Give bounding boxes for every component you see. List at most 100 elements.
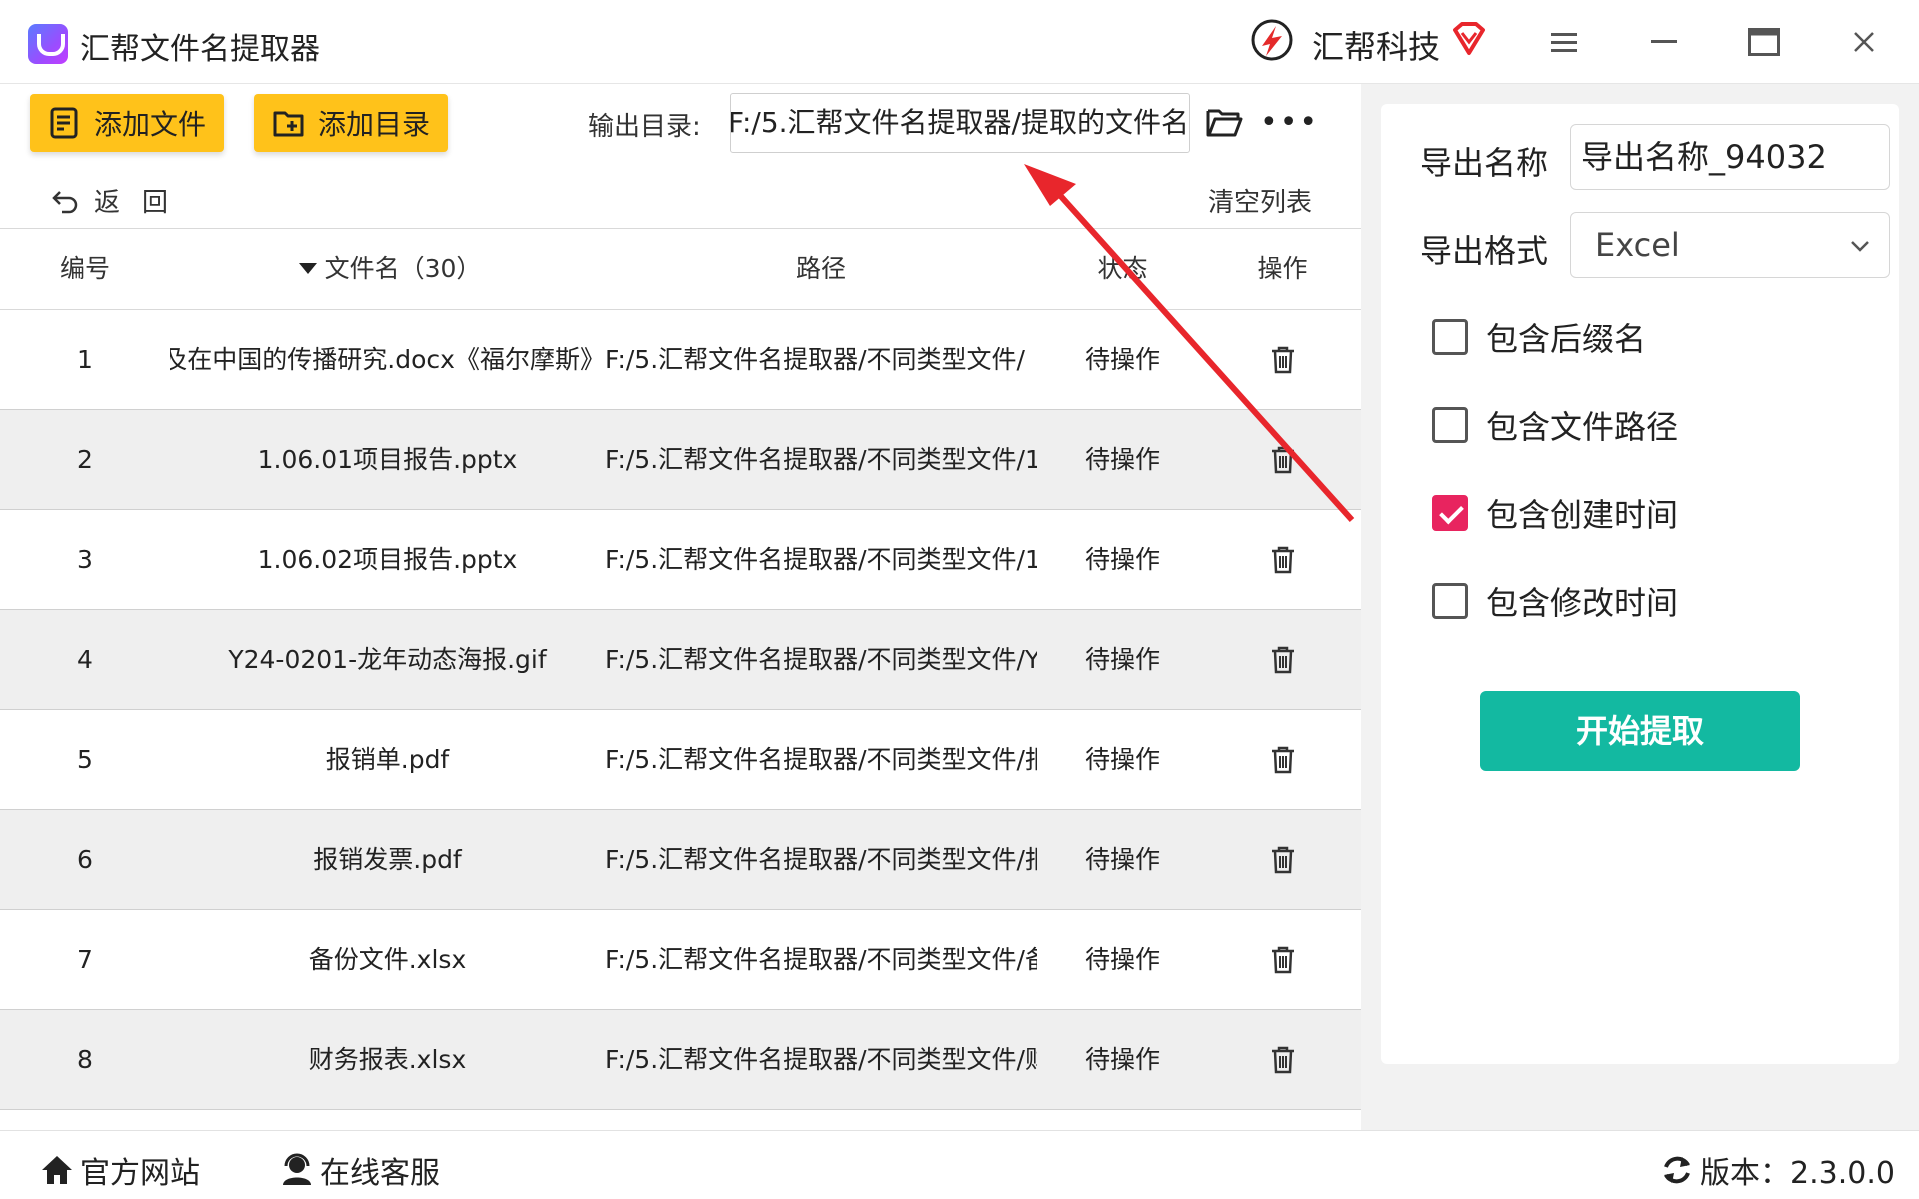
home-icon — [42, 1156, 72, 1184]
output-directory-label: 输出目录: — [588, 112, 701, 142]
row-status: 待操作 — [1084, 345, 1160, 374]
chevron-down-icon — [1851, 241, 1869, 252]
add-file-button[interactable]: 添加文件 — [30, 94, 224, 152]
close-icon[interactable] — [1844, 22, 1884, 62]
maximize-icon[interactable] — [1744, 22, 1784, 62]
delete-button[interactable] — [1240, 510, 1325, 609]
row-filename: 报销发票.pdf — [313, 845, 462, 874]
table-row[interactable]: 8 财务报表.xlsx F:/5.汇帮文件名提取器/不同类型文件/财务报表.xlsx… — [0, 1010, 1361, 1110]
start-extract-button[interactable]: 开始提取 — [1480, 691, 1800, 771]
option-include-extension[interactable]: 包含后缀名 — [1432, 314, 1646, 360]
table-header: 编号 文件名（30） 路径 状态 操作 — [0, 228, 1361, 310]
option-include-modified-time[interactable]: 包含修改时间 — [1432, 578, 1678, 624]
row-path: F:/5.汇帮文件名提取器/不同类型文件/《福尔摩斯》系列小说 — [605, 345, 1037, 374]
checkbox[interactable] — [1432, 319, 1468, 355]
row-path: F:/5.汇帮文件名提取器/不同类型文件/财务报表.xlsx — [605, 1045, 1037, 1074]
header-filename[interactable]: 文件名（30） — [190, 229, 590, 309]
table-row[interactable]: 5 报销单.pdf F:/5.汇帮文件名提取器/不同类型文件/报销单.pdf 待操作 — [0, 710, 1361, 810]
row-status: 待操作 — [1084, 645, 1160, 674]
menu-icon[interactable] — [1544, 22, 1584, 62]
app-title: 汇帮文件名提取器 — [80, 32, 320, 67]
table-row[interactable]: 3 1.06.02项目报告.pptx F:/5.汇帮文件名提取器/不同类型文件/1.… — [0, 510, 1361, 610]
row-filename: 财务报表.xlsx — [308, 1045, 467, 1074]
trash-icon — [1271, 1046, 1294, 1074]
table-row[interactable]: 7 备份文件.xlsx F:/5.汇帮文件名提取器/不同类型文件/备份文件.xlsx… — [0, 910, 1361, 1010]
brand-name: 汇帮科技 — [1312, 28, 1441, 66]
trash-icon — [1271, 346, 1294, 374]
trash-icon — [1271, 846, 1294, 874]
checkbox-checked[interactable] — [1432, 495, 1468, 531]
row-status: 待操作 — [1084, 445, 1160, 474]
title-bar: 汇帮文件名提取器 汇帮科技 — [0, 0, 1919, 84]
row-path: F:/5.汇帮文件名提取器/不同类型文件/Y24-0201-龙年动态海报.gif — [605, 645, 1037, 674]
row-number: 8 — [77, 1045, 93, 1074]
output-directory-input[interactable]: F:/5.汇帮文件名提取器/提取的文件名 — [730, 93, 1190, 153]
table-row[interactable]: 6 报销发票.pdf F:/5.汇帮文件名提取器/不同类型文件/报销发票.pdf 待操… — [0, 810, 1361, 910]
app-logo-icon — [28, 24, 68, 64]
row-status: 待操作 — [1084, 745, 1160, 774]
delete-button[interactable] — [1240, 1010, 1325, 1109]
export-format-label: 导出格式 — [1420, 232, 1549, 270]
row-filename: Y24-0201-龙年动态海报.gif — [228, 645, 547, 674]
add-file-label: 添加文件 — [94, 108, 207, 141]
row-filename: 备份文件.xlsx — [308, 945, 467, 974]
clear-list-button[interactable]: 清空列表 — [1208, 182, 1312, 219]
add-folder-icon — [273, 111, 304, 137]
row-number: 7 — [77, 945, 93, 974]
add-directory-button[interactable]: 添加目录 — [254, 94, 448, 152]
header-path[interactable]: 路径 — [605, 229, 1037, 309]
trash-icon — [1271, 646, 1294, 674]
vip-diamond-icon[interactable] — [1450, 20, 1488, 58]
sort-caret-icon — [298, 263, 317, 274]
add-file-icon — [50, 107, 78, 139]
official-website-link[interactable]: 官方网站 — [40, 1148, 200, 1192]
table-row[interactable]: 4 Y24-0201-龙年动态海报.gif F:/5.汇帮文件名提取器/不同类型文件… — [0, 610, 1361, 710]
row-filename: 1.06.01项目报告.pptx — [257, 445, 518, 474]
checkbox[interactable] — [1432, 583, 1468, 619]
delete-button[interactable] — [1240, 410, 1325, 509]
file-table: 编号 文件名（30） 路径 状态 操作 1 《福尔摩斯》系列小说叙事特征及在中国的… — [0, 228, 1361, 1110]
delete-button[interactable] — [1240, 310, 1325, 409]
row-path: F:/5.汇帮文件名提取器/不同类型文件/1.06.01项目报告.pptx — [605, 445, 1037, 474]
online-support-link[interactable]: 在线客服 — [280, 1148, 440, 1192]
trash-icon — [1271, 446, 1294, 474]
row-status: 待操作 — [1084, 545, 1160, 574]
table-row[interactable]: 1 《福尔摩斯》系列小说叙事特征及在中国的传播研究.docxF:/5.汇帮文件名提… — [0, 310, 1361, 410]
export-name-label: 导出名称 — [1420, 144, 1549, 182]
row-path: F:/5.汇帮文件名提取器/不同类型文件/报销发票.pdf — [605, 845, 1037, 874]
row-number: 4 — [77, 645, 93, 674]
option-include-path[interactable]: 包含文件路径 — [1432, 402, 1678, 448]
back-label: 返回 — [94, 188, 191, 218]
row-number: 2 — [77, 445, 93, 474]
row-number: 5 — [77, 745, 93, 774]
delete-button[interactable] — [1240, 710, 1325, 809]
export-name-input[interactable]: 导出名称_94032 — [1570, 124, 1890, 190]
trash-icon — [1271, 546, 1294, 574]
folder-open-icon[interactable] — [1205, 105, 1243, 139]
row-number: 3 — [77, 545, 93, 574]
row-filename: 报销单.pdf — [325, 745, 450, 774]
row-status: 待操作 — [1084, 945, 1160, 974]
row-status: 待操作 — [1084, 845, 1160, 874]
table-row[interactable]: 2 1.06.01项目报告.pptx F:/5.汇帮文件名提取器/不同类型文件/1.… — [0, 410, 1361, 510]
version-info: 版本：2.3.0.0 — [1660, 1148, 1895, 1192]
export-format-select[interactable]: Excel — [1570, 212, 1890, 278]
delete-button[interactable] — [1240, 910, 1325, 1009]
row-path: F:/5.汇帮文件名提取器/不同类型文件/1.06.02项目报告.pptx — [605, 545, 1037, 574]
delete-button[interactable] — [1240, 810, 1325, 909]
row-path: F:/5.汇帮文件名提取器/不同类型文件/报销单.pdf — [605, 745, 1037, 774]
trash-icon — [1271, 746, 1294, 774]
more-options-icon[interactable]: ••• — [1260, 108, 1319, 138]
header-number[interactable]: 编号 — [0, 229, 170, 309]
checkbox[interactable] — [1432, 407, 1468, 443]
minimize-icon[interactable] — [1644, 22, 1684, 62]
back-button[interactable]: 返回 — [50, 182, 190, 219]
support-agent-icon — [283, 1153, 311, 1185]
row-filename: 《福尔摩斯》系列小说叙事特征及在中国的传播研究.docx — [170, 345, 605, 374]
delete-button[interactable] — [1240, 610, 1325, 709]
back-arrow-icon — [52, 190, 78, 213]
header-operation: 操作 — [1257, 254, 1308, 283]
option-include-created-time[interactable]: 包含创建时间 — [1432, 490, 1678, 536]
row-status: 待操作 — [1084, 1045, 1160, 1074]
refresh-icon — [1664, 1156, 1690, 1184]
